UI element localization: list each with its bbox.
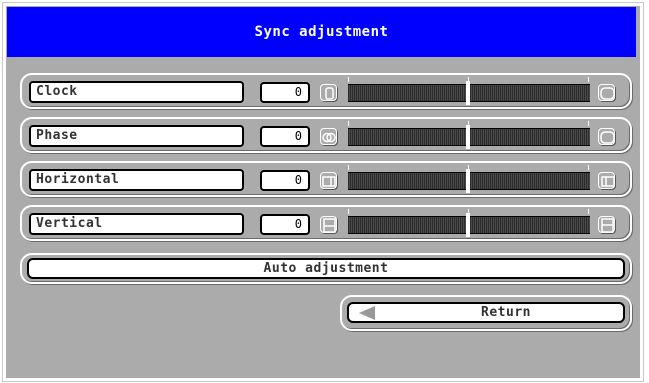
- clock-narrow-icon[interactable]: [320, 84, 337, 101]
- phase-value: 0: [260, 126, 310, 147]
- phase-slider[interactable]: [348, 121, 590, 149]
- window-title: Sync adjustment: [7, 7, 636, 57]
- vertical-slider[interactable]: [348, 209, 590, 237]
- horizontal-value: 0: [260, 170, 310, 191]
- clock-value: 0: [260, 82, 310, 103]
- auto-adjustment-button[interactable]: Auto adjustment: [27, 258, 625, 279]
- vertical-label[interactable]: Vertical: [29, 213, 244, 235]
- horizontal-row: Horizontal 0: [20, 161, 632, 197]
- move-left-icon[interactable]: [320, 172, 337, 189]
- vertical-value: 0: [260, 214, 310, 235]
- vertical-row: Vertical 0: [20, 205, 632, 241]
- clock-slider-knob[interactable]: [466, 81, 470, 105]
- phase-label[interactable]: Phase: [29, 125, 244, 147]
- back-arrow-icon: [359, 306, 375, 320]
- phase-slider-knob[interactable]: [466, 125, 470, 149]
- horizontal-slider[interactable]: [348, 165, 590, 193]
- return-label: Return: [481, 305, 531, 320]
- horizontal-label[interactable]: Horizontal: [29, 169, 244, 191]
- auto-adjustment-row: Auto adjustment: [20, 253, 632, 284]
- phase-left-icon[interactable]: [320, 128, 337, 145]
- phase-right-icon[interactable]: [598, 128, 615, 145]
- move-up-icon[interactable]: [598, 216, 615, 233]
- vertical-slider-knob[interactable]: [466, 213, 470, 237]
- clock-slider[interactable]: [348, 77, 590, 105]
- return-button[interactable]: Return: [347, 302, 625, 323]
- move-right-icon[interactable]: [598, 172, 615, 189]
- horizontal-slider-knob[interactable]: [466, 169, 470, 193]
- phase-row: Phase 0: [20, 117, 632, 153]
- clock-wide-icon[interactable]: [598, 84, 615, 101]
- move-down-icon[interactable]: [320, 216, 337, 233]
- clock-label[interactable]: Clock: [29, 81, 244, 103]
- return-row: Return: [340, 295, 632, 331]
- clock-row: Clock 0: [20, 73, 632, 109]
